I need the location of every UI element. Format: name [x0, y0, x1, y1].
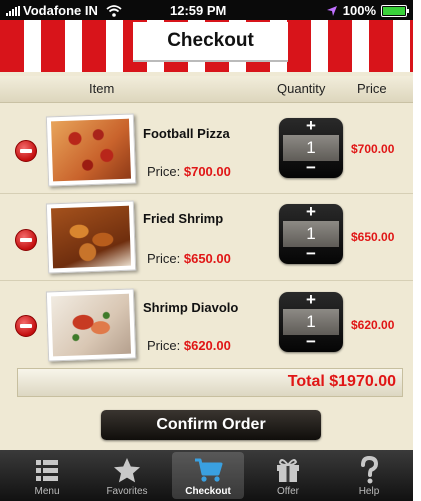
- cart-item-football-pizza: Football Pizza Price: $700.00 + 1 − $700…: [0, 107, 413, 194]
- app-screen: Vodafone IN 12:59 PM 100% Checkout Item …: [0, 0, 413, 501]
- status-bar: Vodafone IN 12:59 PM 100%: [0, 0, 413, 20]
- increase-quantity-button[interactable]: +: [279, 117, 343, 134]
- tab-menu[interactable]: Menu: [11, 452, 83, 499]
- tab-bar: Menu Favorites Checkout Offer Help: [0, 450, 413, 501]
- battery-percent: 100%: [342, 3, 376, 18]
- signal-icon: [6, 5, 20, 16]
- tab-label: Favorites: [106, 486, 148, 497]
- battery-icon: [381, 4, 409, 17]
- line-total: $700.00: [351, 142, 395, 156]
- side-margin: [413, 0, 421, 501]
- tab-favorites[interactable]: Favorites: [91, 452, 163, 499]
- quantity-stepper[interactable]: + 1 −: [279, 291, 343, 352]
- cart-item-shrimp-diavolo: Shrimp Diavolo Price: $620.00 + 1 − $620…: [0, 280, 413, 366]
- carrier-name: Vodafone IN: [23, 3, 98, 18]
- shrimp-diavolo-photo: [45, 288, 137, 362]
- column-header-item: Item: [89, 81, 115, 96]
- item-price: Price: $620.00: [147, 338, 231, 353]
- line-total: $620.00: [351, 318, 395, 332]
- status-right: 100%: [326, 3, 409, 18]
- item-name: Football Pizza: [143, 126, 230, 141]
- wifi-icon: [106, 4, 122, 17]
- item-price: Price: $650.00: [147, 251, 231, 266]
- cart-icon: [195, 458, 223, 482]
- decrease-quantity-button[interactable]: −: [279, 333, 343, 350]
- column-headers: Item Quantity Price: [0, 76, 413, 103]
- tab-help[interactable]: Help: [333, 452, 405, 499]
- quantity-stepper[interactable]: + 1 −: [279, 117, 343, 178]
- cart-item-fried-shrimp: Fried Shrimp Price: $650.00 + 1 − $650.0…: [0, 194, 413, 281]
- tab-checkout[interactable]: Checkout: [172, 452, 244, 499]
- tab-label: Help: [358, 486, 380, 497]
- status-time: 12:59 PM: [170, 3, 227, 18]
- column-header-quantity: Quantity: [277, 81, 326, 96]
- confirm-order-button[interactable]: Confirm Order: [101, 410, 321, 440]
- page-title: Checkout: [133, 22, 288, 62]
- gift-icon: [277, 459, 299, 482]
- remove-item-icon[interactable]: [15, 315, 37, 337]
- location-icon: [326, 5, 337, 16]
- tab-label: Offer: [276, 486, 300, 497]
- quantity-stepper[interactable]: + 1 −: [279, 203, 343, 264]
- line-total: $650.00: [351, 230, 395, 244]
- question-icon: [361, 456, 379, 484]
- order-total: Total $1970.00: [287, 373, 396, 390]
- increase-quantity-button[interactable]: +: [279, 203, 343, 220]
- remove-item-icon[interactable]: [15, 229, 37, 251]
- decrease-quantity-button[interactable]: −: [279, 245, 343, 262]
- decrease-quantity-button[interactable]: −: [279, 159, 343, 176]
- star-icon: [114, 458, 140, 483]
- order-total-bar: Total $1970.00: [17, 368, 403, 397]
- tab-offer[interactable]: Offer: [252, 452, 324, 499]
- list-icon: [36, 460, 58, 481]
- awning-scallop: [0, 60, 413, 74]
- remove-item-icon[interactable]: [15, 140, 37, 162]
- carrier-area: Vodafone IN: [6, 3, 122, 18]
- item-price: Price: $700.00: [147, 164, 231, 179]
- tab-label: Menu: [34, 486, 60, 497]
- increase-quantity-button[interactable]: +: [279, 291, 343, 308]
- pizza-photo: [45, 113, 137, 187]
- tab-label: Checkout: [185, 486, 231, 497]
- item-name: Fried Shrimp: [143, 211, 224, 226]
- battery-fill: [383, 6, 405, 15]
- column-header-price: Price: [357, 81, 387, 96]
- item-name: Shrimp Diavolo: [143, 300, 239, 315]
- fried-shrimp-photo: [45, 200, 137, 274]
